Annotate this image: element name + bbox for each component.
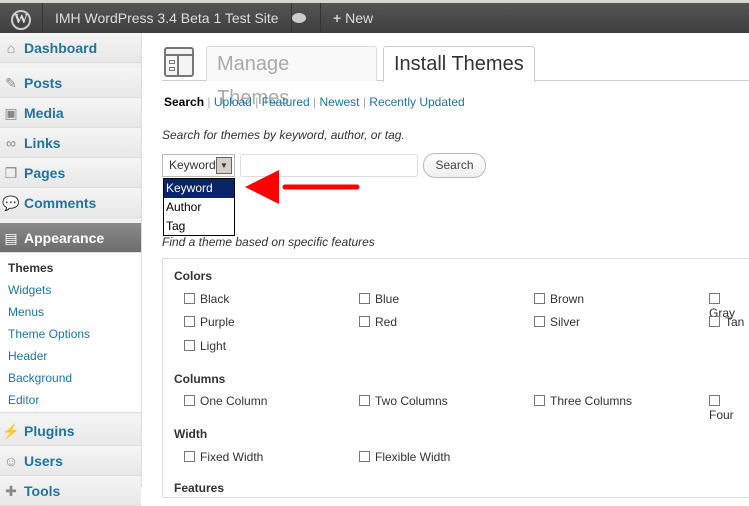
submenu-editor[interactable]: Editor	[8, 393, 39, 407]
pages-icon: ❐	[4, 165, 18, 181]
sidebar-item-pages[interactable]: ❐ Pages	[0, 158, 141, 188]
option-keyword[interactable]: Keyword	[164, 179, 234, 198]
checkbox-silver[interactable]: Silver	[534, 315, 580, 329]
submenu-background[interactable]: Background	[8, 371, 72, 385]
sidebar-item-links[interactable]: ∞ Links	[0, 128, 141, 158]
tools-icon: ✚	[5, 483, 17, 499]
submenu-theme-options[interactable]: Theme Options	[8, 327, 90, 341]
checkbox-red[interactable]: Red	[359, 315, 397, 329]
features-hint: Find a theme based on specific features	[162, 235, 375, 249]
comment-icon: 💬	[2, 195, 20, 211]
label: Media	[24, 105, 64, 121]
label: Tools	[24, 483, 61, 499]
checkbox-blue[interactable]: Blue	[359, 292, 399, 306]
tab-manage-themes[interactable]: Manage Themes	[206, 46, 377, 109]
search-button[interactable]: Search	[423, 153, 486, 178]
checkbox-purple[interactable]: Purple	[184, 315, 235, 329]
sidebar-item-dashboard[interactable]: ⌂ Dashboard	[0, 33, 141, 63]
sidebar-item-tools[interactable]: ✚ Tools	[0, 476, 141, 506]
admin-bar: W IMH WordPress 3.4 Beta 1 Test Site + N…	[0, 0, 749, 33]
checkbox-flexible-width[interactable]: Flexible Width	[359, 450, 450, 464]
red-arrow-annotation	[245, 170, 360, 204]
subnav-search[interactable]: Search	[164, 95, 204, 109]
themes-icon	[164, 47, 194, 77]
submenu-header[interactable]: Header	[8, 349, 47, 363]
home-icon: ⌂	[6, 40, 16, 56]
pin-icon: ✎	[5, 75, 17, 91]
checkbox-black[interactable]: Black	[184, 292, 229, 306]
subnav-recently-updated[interactable]: Recently Updated	[369, 95, 464, 109]
width-heading: Width	[174, 427, 208, 441]
sidebar-item-plugins[interactable]: ⚡ Plugins	[0, 416, 141, 446]
sidebar-item-comments[interactable]: 💬 Comments	[0, 188, 141, 218]
checkbox-four-columns[interactable]: Four	[709, 394, 749, 422]
option-author[interactable]: Author	[164, 198, 234, 217]
plus-icon: +	[333, 10, 342, 26]
search-hint: Search for themes by keyword, author, or…	[162, 128, 405, 142]
subnav-featured[interactable]: Featured	[262, 95, 310, 109]
sidebar-item-appearance[interactable]: ▤ Appearance	[0, 223, 141, 253]
submenu-menus[interactable]: Menus	[8, 305, 44, 319]
checkbox-one-column[interactable]: One Column	[184, 394, 267, 408]
link-icon: ∞	[6, 135, 16, 151]
users-icon: ☺	[3, 453, 19, 469]
label: Posts	[24, 75, 63, 91]
label: Appearance	[24, 230, 105, 246]
checkbox-two-columns[interactable]: Two Columns	[359, 394, 448, 408]
sidebar-item-posts[interactable]: ✎ Posts	[0, 68, 141, 98]
submenu-themes[interactable]: Themes	[8, 261, 53, 275]
chevron-down-icon: ▼	[216, 157, 232, 174]
label: Plugins	[24, 423, 75, 439]
appearance-icon: ▤	[4, 230, 18, 246]
subnav-upload[interactable]: Upload	[214, 95, 252, 109]
subnav: Search | Upload | Featured | Newest | Re…	[164, 95, 465, 109]
submenu-widgets[interactable]: Widgets	[8, 283, 51, 297]
option-tag[interactable]: Tag	[164, 217, 234, 236]
subnav-newest[interactable]: Newest	[319, 95, 359, 109]
media-icon: ▣	[4, 105, 18, 121]
sidebar-item-media[interactable]: ▣ Media	[0, 98, 141, 128]
label: Pages	[24, 165, 66, 181]
features-heading: Features	[174, 481, 225, 495]
checkbox-brown[interactable]: Brown	[534, 292, 584, 306]
search-type-dropdown: Keyword Author Tag	[163, 178, 235, 236]
select-value: Keyword	[169, 158, 216, 172]
label: Comments	[24, 195, 97, 211]
sidebar-item-users[interactable]: ☺ Users	[0, 446, 141, 476]
checkbox-three-columns[interactable]: Three Columns	[534, 394, 632, 408]
site-name-link[interactable]: IMH WordPress 3.4 Beta 1 Test Site	[43, 3, 292, 33]
colors-heading: Colors	[174, 269, 213, 283]
wordpress-logo-icon[interactable]: W	[0, 3, 43, 33]
appearance-submenu: Themes Widgets Menus Theme Options Heade…	[0, 253, 141, 413]
tab-install-themes[interactable]: Install Themes	[383, 46, 535, 82]
label: Dashboard	[24, 40, 98, 56]
plug-icon: ⚡	[2, 423, 20, 439]
new-label: New	[345, 10, 374, 26]
checkbox-light[interactable]: Light	[184, 339, 226, 353]
label: Users	[24, 453, 63, 469]
columns-heading: Columns	[174, 372, 226, 386]
search-type-select[interactable]: Keyword ▼	[162, 154, 235, 177]
comments-button[interactable]	[278, 3, 321, 33]
comment-bubble-icon	[292, 13, 306, 23]
checkbox-tan[interactable]: Tan	[709, 315, 744, 329]
checkbox-fixed-width[interactable]: Fixed Width	[184, 450, 263, 464]
label: Links	[24, 135, 61, 151]
new-content-button[interactable]: + New	[321, 3, 385, 33]
